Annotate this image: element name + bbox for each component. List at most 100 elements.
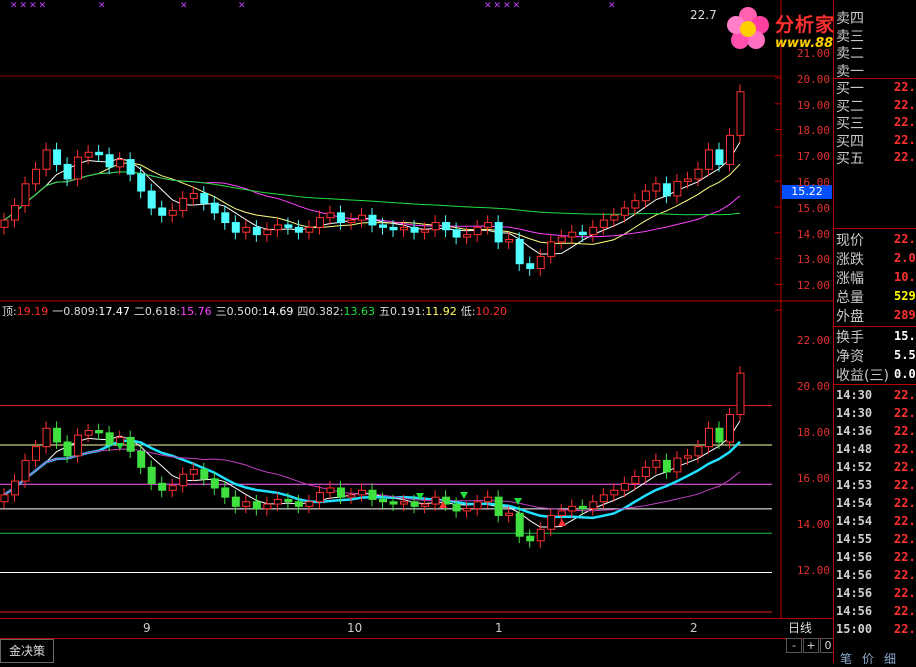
candle-body	[189, 192, 198, 199]
candle-body	[168, 485, 177, 491]
stat-label: 现价	[836, 233, 864, 249]
tick-time: 14:54	[836, 514, 873, 528]
stat-label: 涨幅	[836, 271, 864, 287]
candle-body	[32, 168, 41, 185]
fib-item: 五0.191:11.92	[379, 305, 457, 318]
candle-body	[578, 505, 587, 510]
fib-label: 顶:	[2, 305, 17, 318]
candle-body	[515, 512, 524, 537]
buy-signal-icon	[558, 519, 566, 526]
axis-tick-label: 16.00	[796, 176, 830, 189]
tick-row: 15:00 22.7	[836, 622, 916, 636]
candle-body	[379, 498, 388, 503]
tick-price: 22.7	[894, 568, 916, 582]
fib-value: 13.63	[343, 305, 376, 318]
candle-body	[263, 229, 272, 236]
candle-body	[200, 192, 209, 204]
candle-body	[589, 501, 598, 510]
candle-body	[736, 91, 745, 136]
candle-body	[610, 214, 619, 221]
candle-body	[231, 496, 240, 507]
candle-body	[210, 202, 219, 214]
candle-body	[326, 212, 335, 219]
tick-price: 22.7	[894, 406, 916, 420]
tab-price[interactable]: 价	[862, 650, 874, 667]
quote-row: 卖三	[836, 26, 864, 45]
axis-tick-label: 14.00	[796, 227, 830, 241]
candle-body	[21, 183, 30, 207]
stat-label: 外盘	[836, 309, 864, 325]
stat-value: 2.0	[894, 251, 916, 265]
top-price: 22.7	[690, 8, 717, 22]
candle-body	[599, 219, 608, 228]
tick-price: 22.7	[894, 622, 916, 636]
stat-value: 0.09	[894, 367, 916, 381]
candle-body	[400, 501, 409, 505]
tab-trades[interactable]: 笔	[840, 650, 852, 667]
axis-tick-label: 20.00	[796, 380, 830, 393]
candle-body	[715, 149, 724, 165]
candle-body	[147, 190, 156, 209]
candle-body	[389, 226, 398, 231]
candle-body	[704, 427, 713, 448]
candle-body	[0, 494, 9, 503]
stat-label: 收益(三)	[836, 368, 889, 384]
fib-item: 三0.500:14.69	[216, 305, 294, 318]
tick-row: 14:56 22.7	[836, 550, 916, 564]
tick-price: 22.7	[894, 424, 916, 438]
axis-tick-label: 12.00	[796, 279, 830, 293]
candle-body	[652, 183, 661, 192]
candle-body	[305, 501, 314, 507]
candle-body	[105, 432, 114, 445]
candle-body	[74, 156, 83, 180]
candle-body	[641, 190, 650, 202]
candle-body	[494, 496, 503, 517]
candle-body	[652, 459, 661, 468]
quote-row: 卖四	[836, 8, 864, 27]
ma-line-top	[3, 141, 741, 255]
tick-time: 14:56	[836, 568, 873, 582]
zoom-out-button[interactable]: -	[786, 638, 802, 653]
tick-time: 14:52	[836, 460, 873, 474]
tick-row: 14:54 22.7	[836, 514, 916, 528]
quote-row: 买二22.7	[836, 96, 916, 115]
candle-body	[536, 255, 545, 270]
fib-item: 二0.618:15.76	[134, 305, 212, 318]
period-label[interactable]: 日线	[788, 619, 812, 636]
tick-row: 14:36 22.7	[836, 424, 916, 438]
stat-label: 总量	[836, 290, 864, 306]
tick-row: 14:56 22.7	[836, 568, 916, 582]
axis-tick-label: 18.00	[796, 426, 830, 439]
candle-body	[662, 183, 671, 197]
candle-body	[526, 263, 535, 270]
tick-price: 22.7	[894, 514, 916, 528]
candle-body	[347, 219, 356, 224]
signal-marks: ✕	[238, 1, 248, 11]
axis-tick-label: 13.00	[796, 253, 830, 267]
candle-body	[326, 487, 335, 494]
candle-body	[179, 473, 188, 487]
candle-body	[21, 459, 30, 482]
candle-body	[715, 427, 724, 443]
candle-body	[431, 222, 440, 231]
axis-tick-label: 16.00	[796, 472, 830, 485]
tick-price: 22.7	[894, 550, 916, 564]
quote-row: 买四22.7	[836, 131, 916, 150]
axis-tick-label: 20.00	[796, 72, 830, 86]
fib-label: 五0.191:	[379, 305, 426, 318]
candle-body	[694, 446, 703, 457]
fib-value: 14.69	[261, 305, 294, 318]
tick-row: 14:56 22.7	[836, 604, 916, 618]
candle-body	[400, 226, 409, 231]
tab-formula[interactable]: 金决策	[0, 639, 55, 663]
tab-detail[interactable]: 细	[884, 650, 896, 667]
candle-body	[494, 222, 503, 243]
candle-body	[421, 229, 430, 233]
tick-price: 22.7	[894, 388, 916, 402]
candle-body	[347, 494, 356, 498]
candle-body	[410, 501, 419, 507]
candle-body	[704, 149, 713, 170]
zoom-in-button[interactable]: +	[803, 638, 819, 653]
candle-body	[294, 501, 303, 507]
tick-time: 14:30	[836, 388, 873, 402]
